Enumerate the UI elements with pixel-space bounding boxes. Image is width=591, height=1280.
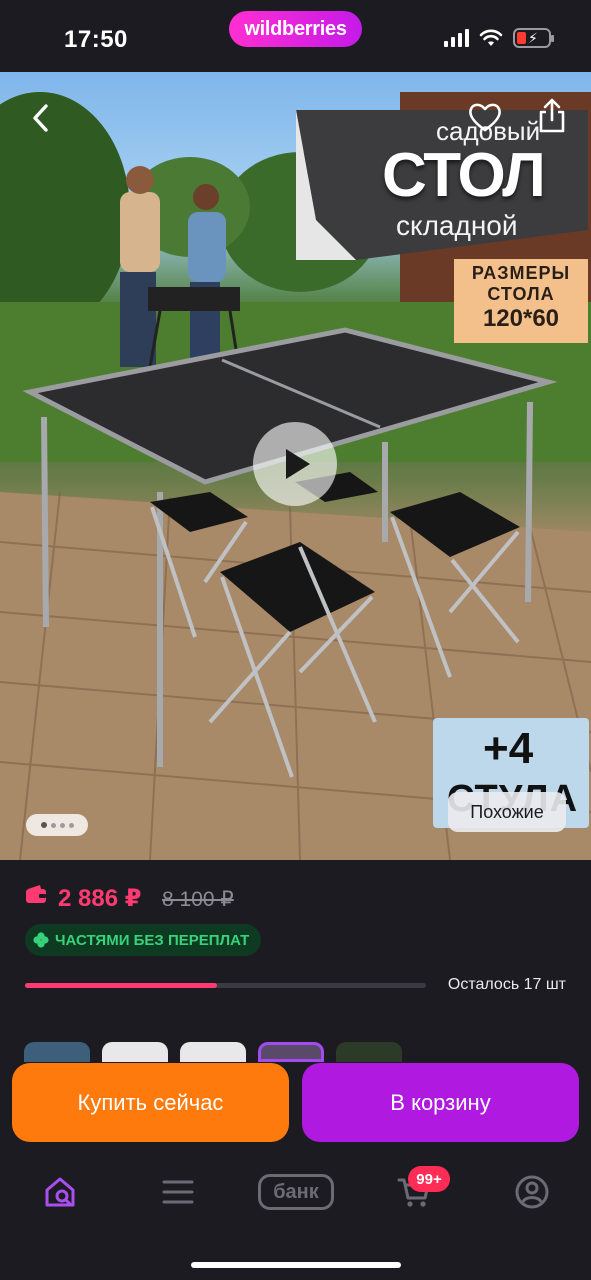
pagination-dot bbox=[40, 822, 47, 828]
pagination-dot bbox=[59, 822, 65, 828]
variant-thumbnail[interactable] bbox=[180, 1042, 246, 1062]
installment-badge[interactable]: ЧАСТЯМИ БЕЗ ПЕРЕПЛАТ bbox=[25, 924, 262, 956]
tab-profile[interactable] bbox=[512, 1170, 552, 1214]
variant-thumbnail[interactable] bbox=[336, 1042, 402, 1062]
stock-progress-bar bbox=[25, 983, 426, 988]
cellular-signal-icon bbox=[444, 29, 469, 47]
brand-logo-pill[interactable]: wildberries bbox=[229, 11, 362, 47]
buy-now-button[interactable]: Купить сейчас bbox=[12, 1063, 289, 1142]
banner-main-word: СТОЛ bbox=[382, 141, 546, 210]
home-search-icon bbox=[45, 1177, 75, 1207]
price-card: 2 886 ₽ 8 100 ₽ ЧАСТЯМИ БЕЗ ПЕРЕПЛАТ Ост… bbox=[0, 860, 591, 1010]
profile-icon bbox=[515, 1175, 549, 1209]
size-plate-line1: РАЗМЕРЫ bbox=[471, 263, 571, 283]
variant-thumbnail[interactable] bbox=[102, 1042, 168, 1062]
share-icon[interactable] bbox=[536, 98, 568, 134]
variant-thumbnail[interactable] bbox=[24, 1042, 90, 1062]
home-indicator bbox=[191, 1262, 401, 1268]
add-to-cart-button[interactable]: В корзину bbox=[302, 1063, 579, 1142]
product-gallery[interactable]: садовый СТОЛ складной РАЗМЕРЫ СТОЛА 120*… bbox=[0, 72, 591, 860]
clover-icon bbox=[33, 932, 49, 948]
stock-progress-fill bbox=[25, 983, 218, 988]
tab-bank[interactable]: банк bbox=[256, 1170, 336, 1214]
bottom-tab-bar: банк 99+ bbox=[0, 1150, 591, 1280]
battery-low-charging-icon: ⚡ bbox=[513, 28, 554, 48]
gallery-pagination bbox=[26, 814, 88, 836]
status-bar: 17:50 wildberries ⚡ bbox=[0, 0, 591, 72]
variant-thumbnail-selected[interactable] bbox=[258, 1042, 324, 1062]
pagination-dot bbox=[68, 822, 74, 828]
clock: 17:50 bbox=[64, 26, 128, 53]
size-plate: РАЗМЕРЫ СТОЛА 120*60 bbox=[454, 259, 588, 343]
system-icons: ⚡ bbox=[444, 28, 554, 48]
similar-products-button[interactable]: Похожие bbox=[448, 792, 566, 832]
wallet-icon bbox=[26, 885, 46, 903]
tab-home[interactable] bbox=[40, 1170, 80, 1214]
play-icon bbox=[286, 449, 310, 479]
old-price: 8 100 ₽ bbox=[162, 888, 234, 911]
back-chevron-icon[interactable] bbox=[26, 100, 56, 136]
thumb-text-plus4: +4 bbox=[483, 724, 534, 773]
installment-label: ЧАСТЯМИ БЕЗ ПЕРЕПЛАТ bbox=[55, 931, 250, 949]
wifi-icon bbox=[479, 29, 503, 46]
current-price: 2 886 ₽ bbox=[58, 885, 142, 912]
pagination-dot bbox=[50, 822, 56, 828]
cart-count-badge: 99+ bbox=[408, 1166, 450, 1192]
play-video-button[interactable] bbox=[253, 422, 337, 506]
size-plate-line2: СТОЛА bbox=[487, 284, 555, 304]
bank-icon: банк bbox=[258, 1174, 334, 1210]
size-plate-dimensions: 120*60 bbox=[482, 305, 560, 332]
catalog-menu-icon bbox=[162, 1180, 194, 1204]
banner-bottom-word: складной bbox=[396, 210, 518, 241]
stock-remaining: Осталось 17 шт bbox=[447, 976, 566, 993]
tab-catalog[interactable] bbox=[158, 1170, 198, 1214]
heart-icon[interactable] bbox=[468, 102, 502, 132]
